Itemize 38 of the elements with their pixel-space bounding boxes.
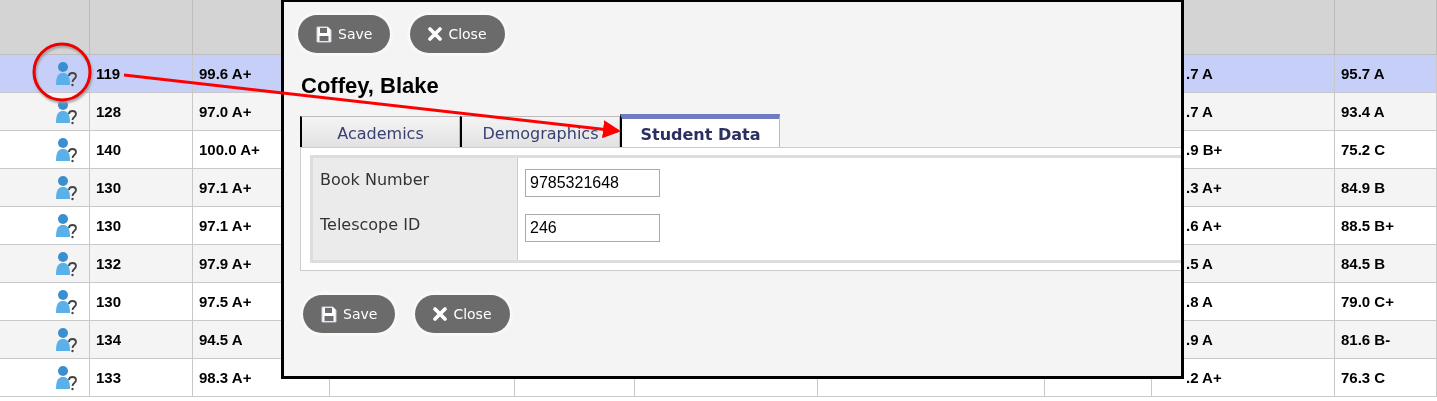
highlight-circle xyxy=(32,42,92,102)
input-field[interactable]: 246 xyxy=(525,214,660,242)
person-question-icon[interactable] xyxy=(55,212,79,239)
table-cell: 132 xyxy=(90,245,193,283)
table-cell: 130 xyxy=(90,283,193,321)
table-cell: 84.9 B xyxy=(1335,169,1437,207)
table-cell: 130 xyxy=(90,207,193,245)
close-button[interactable]: Close xyxy=(410,15,505,53)
close-icon xyxy=(428,27,443,41)
table-cell: 95.7 A xyxy=(1335,55,1437,93)
table-cell: 76.3 C xyxy=(1335,359,1437,397)
table-cell: 119 xyxy=(90,55,193,93)
table-cell: 88.5 B+ xyxy=(1335,207,1437,245)
person-question-icon[interactable] xyxy=(55,326,79,353)
save-button[interactable]: Save xyxy=(303,295,396,333)
tab[interactable]: Academics xyxy=(300,116,460,147)
person-question-icon[interactable] xyxy=(55,288,79,315)
table-cell: 79.0 C+ xyxy=(1335,283,1437,321)
person-question-icon[interactable] xyxy=(55,364,79,391)
input-field[interactable]: 9785321648 xyxy=(525,169,660,197)
person-question-icon[interactable] xyxy=(55,250,79,277)
table-cell: 130 xyxy=(90,169,193,207)
close-button[interactable]: Close xyxy=(415,295,510,333)
save-button[interactable]: Save xyxy=(298,15,391,53)
person-question-icon[interactable] xyxy=(55,60,79,87)
person-question-icon[interactable] xyxy=(55,136,79,163)
table-cell: 134 xyxy=(90,321,193,359)
close-icon xyxy=(433,307,448,321)
table-cell: 133 xyxy=(90,359,193,397)
table-cell: 93.4 A xyxy=(1335,93,1437,131)
person-question-icon[interactable] xyxy=(55,98,79,125)
table-cell: 81.6 B- xyxy=(1335,321,1437,359)
table-cell: 140 xyxy=(90,131,193,169)
table-cell: 84.5 B xyxy=(1335,245,1437,283)
person-question-icon[interactable] xyxy=(55,174,79,201)
table-cell: 75.2 C xyxy=(1335,131,1437,169)
tab[interactable]: Student Data xyxy=(620,114,780,147)
table-cell: 128 xyxy=(90,93,193,131)
